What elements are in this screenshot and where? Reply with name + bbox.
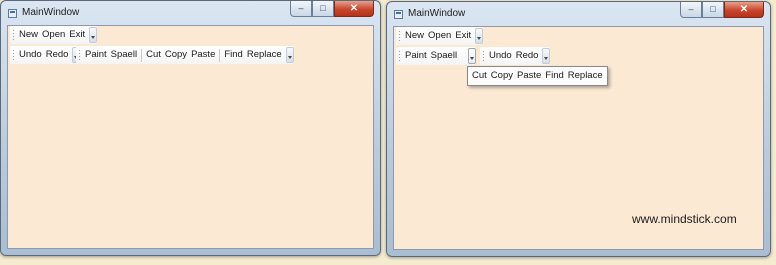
- toolbar-button-cut[interactable]: Cut: [144, 46, 163, 64]
- minimize-button[interactable]: –: [290, 1, 312, 17]
- overflow-item-copy[interactable]: Copy: [489, 67, 515, 85]
- minimize-icon: –: [688, 4, 694, 14]
- toolbar-grip[interactable]: [12, 49, 15, 61]
- toolbar-button-spell[interactable]: Spaell: [109, 46, 139, 64]
- maximize-button[interactable]: □: [702, 2, 724, 18]
- toolbar-overflow-button[interactable]: [468, 48, 476, 64]
- toolbar-overflow-button[interactable]: [89, 27, 98, 43]
- toolbar-grip[interactable]: [78, 49, 81, 61]
- toolbar-overflow-button[interactable]: [285, 47, 294, 63]
- app-window-icon[interactable]: [394, 10, 403, 19]
- toolbar-button-paint[interactable]: Paint: [403, 47, 429, 65]
- toolbar-button-new[interactable]: New: [403, 27, 426, 45]
- close-icon: ✕: [739, 3, 749, 15]
- window-title: MainWindow: [408, 8, 466, 19]
- minimize-icon: –: [298, 3, 304, 13]
- toolbar-tools: Paint Spaell: [396, 47, 476, 65]
- main-window-left: MainWindow – □ ✕ New Open Exit Undo Redo…: [0, 0, 381, 256]
- window-title: MainWindow: [22, 7, 80, 18]
- toolbar-file: New Open Exit: [10, 26, 98, 44]
- main-window-right: MainWindow – □ ✕ New Open Exit Paint Spa…: [386, 1, 771, 257]
- caption-buttons: – □ ✕: [680, 2, 764, 19]
- maximize-icon: □: [320, 3, 326, 13]
- toolbar-button-spell[interactable]: Spaell: [429, 47, 459, 65]
- title-bar[interactable]: MainWindow – □ ✕: [1, 1, 380, 25]
- close-button[interactable]: ✕: [334, 1, 374, 17]
- toolbar-button-open[interactable]: Open: [40, 26, 67, 44]
- toolbar-overflow-button[interactable]: [542, 48, 551, 64]
- overflow-item-cut[interactable]: Cut: [470, 67, 489, 85]
- overflow-item-replace[interactable]: Replace: [566, 67, 605, 85]
- toolbar-grip[interactable]: [12, 29, 15, 41]
- toolbar-button-copy[interactable]: Copy: [163, 46, 189, 64]
- toolbar-button-undo[interactable]: Undo: [17, 46, 44, 64]
- overflow-item-paste[interactable]: Paste: [515, 67, 543, 85]
- toolbar-separator: [141, 48, 143, 62]
- toolbar-grip[interactable]: [482, 50, 485, 62]
- toolbar-button-exit[interactable]: Exit: [67, 26, 87, 44]
- maximize-icon: □: [710, 4, 716, 14]
- minimize-button[interactable]: –: [680, 2, 702, 18]
- toolbar-file: New Open Exit: [396, 27, 484, 45]
- toolbar-tools: Paint Spaell Cut Copy Paste Find Replace: [76, 46, 294, 64]
- toolbar-button-find[interactable]: Find: [222, 46, 244, 64]
- toolbar-button-undo[interactable]: Undo: [487, 47, 514, 65]
- toolbar-grip[interactable]: [398, 50, 401, 62]
- watermark-text: www.mindstick.com: [632, 212, 737, 226]
- toolbar-edit: Undo Redo: [480, 47, 551, 65]
- toolbar-button-replace[interactable]: Replace: [245, 46, 284, 64]
- toolbar-button-exit[interactable]: Exit: [453, 27, 473, 45]
- toolbar-button-redo[interactable]: Redo: [44, 46, 71, 64]
- toolbar-overflow-popup: Cut Copy Paste Find Replace: [467, 66, 608, 86]
- toolbar-grip[interactable]: [398, 30, 401, 42]
- toolbar-edit: Undo Redo: [10, 46, 81, 64]
- caption-buttons: – □ ✕: [290, 1, 374, 18]
- app-window-icon[interactable]: [8, 9, 17, 18]
- toolbar-button-open[interactable]: Open: [426, 27, 453, 45]
- maximize-button[interactable]: □: [312, 1, 334, 17]
- close-button[interactable]: ✕: [724, 2, 764, 18]
- toolbar-overflow-button[interactable]: [475, 28, 484, 44]
- toolbar-button-new[interactable]: New: [17, 26, 40, 44]
- toolbar-separator: [219, 48, 221, 62]
- title-bar[interactable]: MainWindow – □ ✕: [387, 2, 770, 26]
- close-icon: ✕: [349, 2, 359, 14]
- toolbar-button-redo[interactable]: Redo: [514, 47, 541, 65]
- client-area: New Open Exit Undo Redo Paint Spaell Cut…: [7, 25, 374, 249]
- toolbar-button-paste[interactable]: Paste: [189, 46, 217, 64]
- toolbar-button-paint[interactable]: Paint: [83, 46, 109, 64]
- overflow-item-find[interactable]: Find: [543, 67, 565, 85]
